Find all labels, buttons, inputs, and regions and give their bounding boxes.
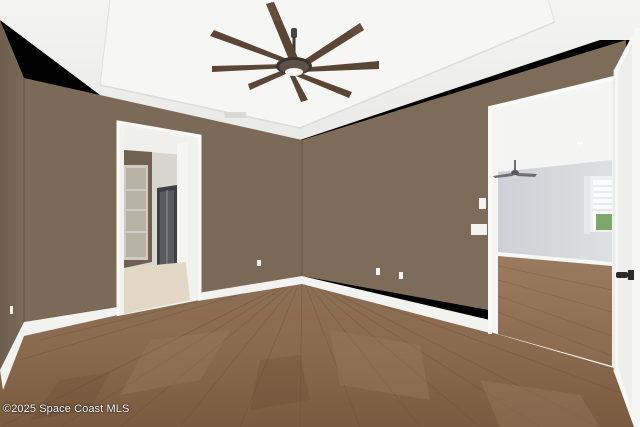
mls-watermark: ©2025 Space Coast MLS — [3, 403, 130, 415]
room-photo: ©2025 Space Coast MLS — [0, 0, 640, 427]
doorway-adjacent-room — [488, 76, 615, 368]
left-wall — [0, 20, 24, 370]
open-door-right — [613, 28, 640, 427]
doorway-bathroom — [116, 120, 202, 316]
